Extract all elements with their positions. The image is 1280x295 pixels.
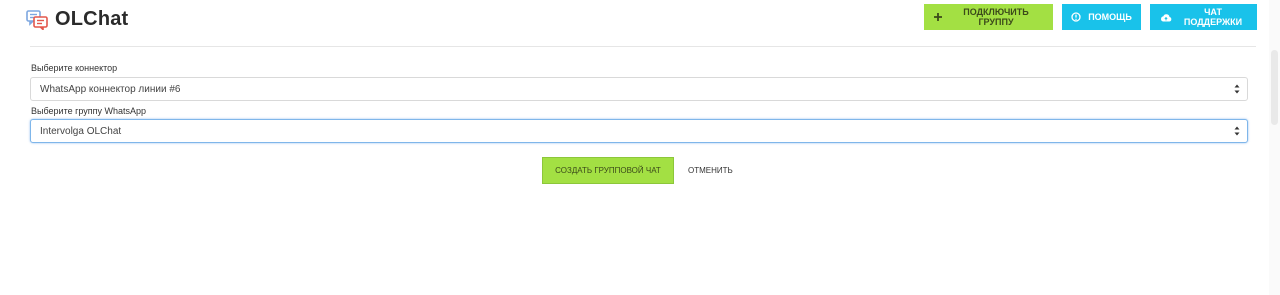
scrollbar-thumb[interactable] — [1271, 50, 1278, 125]
group-label: Выберите группу WhatsApp — [31, 106, 147, 116]
scrollbar[interactable] — [1269, 0, 1280, 295]
info-circle-icon — [1071, 12, 1081, 22]
chat-bubbles-icon — [26, 9, 48, 30]
cloud-upload-icon — [1160, 13, 1172, 22]
header: OLChat ПОДКЛЮЧИТЬ ГРУППУ ПОМОЩЬ ЧАТ ПОДД… — [0, 0, 1280, 46]
connector-label: Выберите коннектор — [31, 63, 118, 73]
connect-group-label: ПОДКЛЮЧИТЬ ГРУППУ — [963, 7, 1029, 27]
help-label: ПОМОЩЬ — [1088, 12, 1132, 22]
group-select-value: Intervolga OLChat — [40, 125, 122, 137]
connector-select-value: WhatsApp коннектор линии #6 — [40, 83, 181, 95]
plus-icon — [934, 13, 942, 21]
support-chat-button[interactable]: ЧАТ ПОДДЕРЖКИ — [1150, 4, 1257, 30]
select-arrows-icon — [1234, 125, 1240, 137]
help-button[interactable]: ПОМОЩЬ — [1062, 4, 1141, 30]
select-arrows-icon — [1234, 83, 1240, 95]
header-divider — [30, 46, 1256, 47]
create-group-chat-button[interactable]: СОЗДАТЬ ГРУППОВОЙ ЧАТ — [542, 157, 674, 184]
app-logo: OLChat — [26, 8, 128, 31]
support-chat-label: ЧАТ ПОДДЕРЖКИ — [1183, 7, 1243, 27]
app-title: OLChat — [55, 8, 129, 30]
connector-select[interactable]: WhatsApp коннектор линии #6 — [30, 77, 1248, 101]
group-select[interactable]: Intervolga OLChat — [30, 119, 1248, 143]
connect-group-button[interactable]: ПОДКЛЮЧИТЬ ГРУППУ — [924, 4, 1053, 30]
cancel-button[interactable]: ОТМЕНИТЬ — [681, 157, 740, 184]
